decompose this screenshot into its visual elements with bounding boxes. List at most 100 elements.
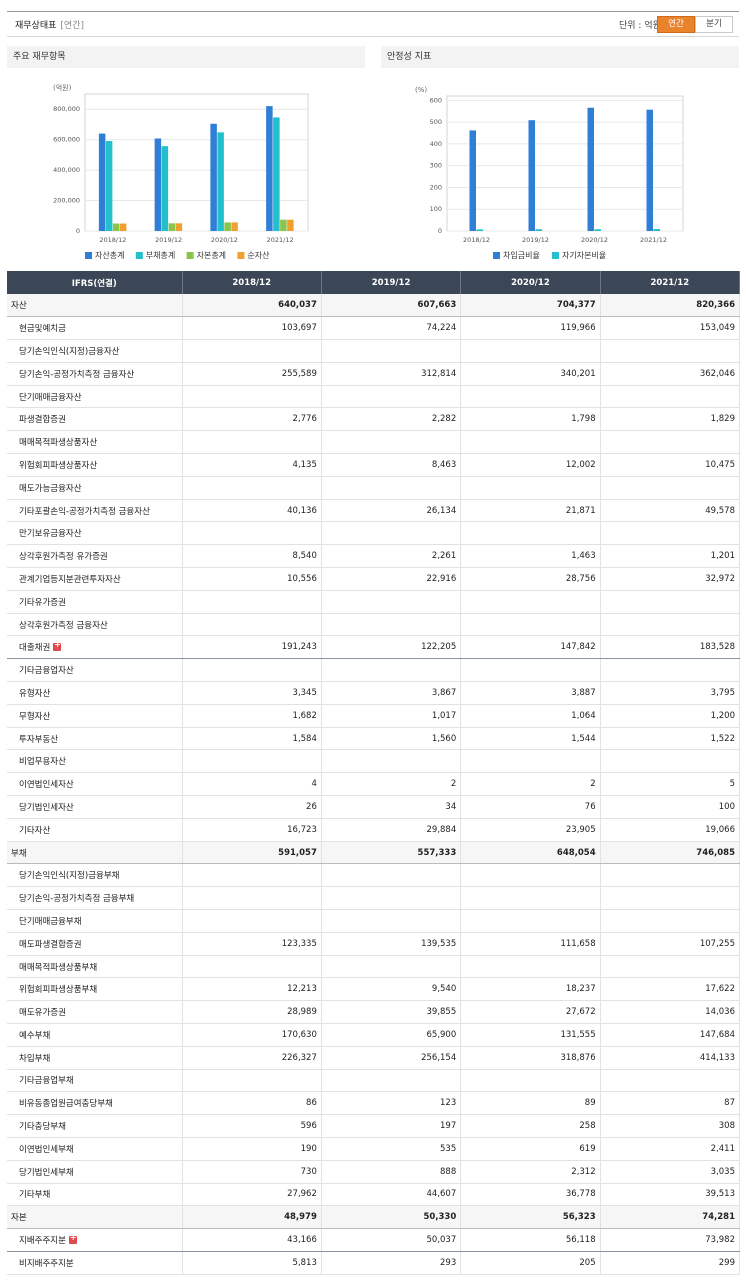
table-cell <box>182 521 322 546</box>
table-cell: 1,200 <box>600 704 741 728</box>
row-label-text: 매도가능금융자산 <box>19 483 82 494</box>
table-cell <box>321 385 462 409</box>
row-label: 매도유가증권 <box>7 1000 183 1024</box>
table-cell: 190 <box>182 1137 322 1161</box>
table-cell <box>182 909 322 933</box>
row-label-text: 당기손익-공정가치측정 금융자산 <box>19 369 135 380</box>
bar <box>646 109 653 231</box>
table-cell <box>460 430 601 455</box>
table-cell: 76 <box>460 795 601 819</box>
table-cell: 18,237 <box>460 977 601 1002</box>
table-cell: 153,049 <box>600 316 741 341</box>
table-cell: 44,607 <box>321 1183 462 1207</box>
row-label: 매도가능금융자산 <box>7 476 183 500</box>
row-label: 투자부동산 <box>7 727 183 751</box>
table-cell <box>321 863 462 888</box>
table-row: 유형자산 3,345 3,867 3,887 3,795 <box>7 681 741 705</box>
row-label: 만기보유금융자산 <box>7 521 183 546</box>
legend-label: 순자산 <box>247 250 270 260</box>
bar <box>528 120 535 231</box>
x-tick-label: 2021/12 <box>267 236 294 244</box>
table-row: 당기손익-공정가치측정 금융부채 <box>7 886 741 911</box>
table-cell: 12,002 <box>460 453 601 477</box>
table-cell: 12,213 <box>182 977 322 1002</box>
row-label-text: 무형자산 <box>19 711 51 722</box>
legend-swatch <box>186 252 194 259</box>
table-row: 기타자산 16,723 29,884 23,905 19,066 <box>7 818 741 842</box>
annual-toggle-button[interactable]: 연간 <box>657 16 695 33</box>
row-label: 당기법인세자산 <box>7 795 183 819</box>
table-cell: 414,133 <box>600 1046 741 1070</box>
table-cell: 16,723 <box>182 818 322 842</box>
bar <box>587 107 594 231</box>
row-label: 기타자산 <box>7 818 183 842</box>
row-label: 차입부채 <box>7 1046 183 1070</box>
table-cell <box>182 955 322 979</box>
table-cell: 14,036 <box>600 1000 741 1024</box>
table-row: 비지배주주지분 5,813 293 205 299 <box>7 1251 741 1275</box>
row-label-text: 기타자산 <box>19 825 51 836</box>
table-row: 대출채권 191,243122,205147,842183,528 <box>7 635 741 660</box>
table-cell: 3,035 <box>600 1160 741 1184</box>
table-cell <box>321 658 462 683</box>
table-row: 상각후원가측정 유가증권 8,540 2,261 1,463 1,201 <box>7 544 741 569</box>
table-cell: 3,345 <box>182 681 322 705</box>
bar <box>476 229 483 231</box>
table-cell <box>321 1069 462 1093</box>
table-cell: 40,136 <box>182 499 322 523</box>
expand-plus-icon[interactable] <box>53 640 62 652</box>
table-cell <box>600 749 741 774</box>
row-label-text: 자본 <box>11 1213 27 1224</box>
table-cell <box>460 339 601 363</box>
row-label: 매매목적파생상품자산 <box>7 430 183 455</box>
table-cell <box>460 476 601 500</box>
row-label: 매매목적파생상품부채 <box>7 955 183 979</box>
stability-title: 안정성 지표 <box>381 46 739 68</box>
table-cell: 10,475 <box>600 453 741 477</box>
table-row: 당기법인세자산 26 34 76 100 <box>7 795 741 819</box>
table-cell: 256,154 <box>321 1046 462 1070</box>
legend-label: 자산총계 <box>95 250 124 260</box>
row-label: 비유동종업원급여충당부채 <box>7 1091 183 1116</box>
y-tick-label: 0 <box>76 227 80 235</box>
table-cell: 226,327 <box>182 1046 322 1070</box>
table-cell: 147,842 <box>460 635 601 660</box>
table-cell: 1,017 <box>321 704 462 728</box>
table-cell: 103,697 <box>182 316 322 341</box>
row-label: 현금및예치금 <box>7 316 183 341</box>
period-tag: [연간] <box>60 21 84 31</box>
y-tick-label: 400 <box>430 140 442 148</box>
table-cell <box>460 613 601 637</box>
row-label-text: 기타부채 <box>19 1190 51 1201</box>
table-cell: 2 <box>321 772 462 797</box>
row-label: 대출채권 <box>7 635 183 660</box>
table-cell <box>182 476 322 500</box>
table-cell: 730 <box>182 1160 322 1184</box>
bar <box>653 229 660 231</box>
table-cell: 27,672 <box>460 1000 601 1024</box>
row-label-text: 지배주주지분 <box>19 1236 66 1247</box>
table-row: 지배주주지분 43,16650,03756,11873,982 <box>7 1228 741 1252</box>
row-label: 위험회피파생상품자산 <box>7 453 183 477</box>
table-cell <box>182 1069 322 1093</box>
row-label-text: 관계기업등지분관련투자자산 <box>19 574 121 585</box>
bar <box>273 117 280 231</box>
table-cell: 50,330 <box>321 1205 462 1230</box>
row-label-text: 당기법인세자산 <box>19 802 74 813</box>
table-row: 비업무용자산 <box>7 749 741 774</box>
legend-swatch <box>552 252 559 259</box>
row-label-text: 매매목적파생상품자산 <box>19 438 98 449</box>
table-cell: 3,795 <box>600 681 741 705</box>
expand-plus-icon[interactable] <box>68 1233 77 1245</box>
table-cell <box>600 886 741 911</box>
table-cell: 170,630 <box>182 1023 322 1047</box>
table-cell: 123,335 <box>182 932 322 956</box>
table-cell <box>460 886 601 911</box>
bar <box>594 229 601 231</box>
main-items-chart: (억원) 0 200,000 400,000 600,000 800,000 2018/12… <box>53 83 309 260</box>
table-cell <box>460 658 601 683</box>
quarterly-toggle-button[interactable]: 분기 <box>695 16 733 33</box>
row-label-text: 당기손익인식(지정)금융부채 <box>19 871 120 882</box>
table-row: 관계기업등지분관련투자자산 10,556 22,916 28,756 32,972 <box>7 567 741 591</box>
table-cell <box>600 385 741 409</box>
